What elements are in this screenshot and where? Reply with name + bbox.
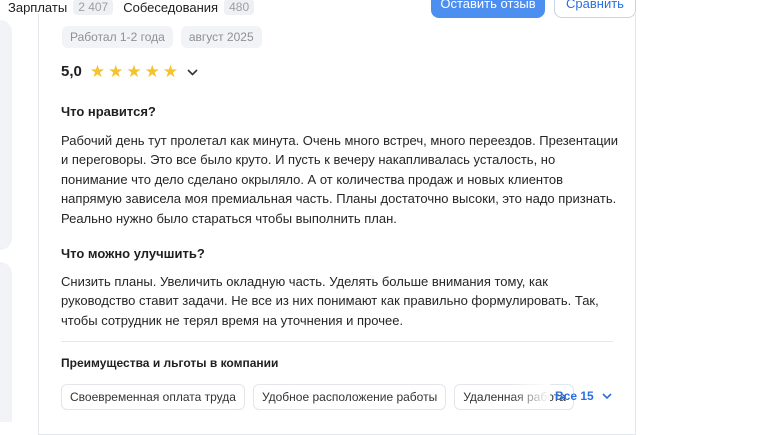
- star-icon: ★: [144, 62, 160, 81]
- chevron-down-icon: [602, 390, 612, 402]
- left-panel-edge: [0, 20, 12, 250]
- star-icon: ★: [162, 62, 179, 81]
- experience-tag: Работал 1-2 года: [62, 26, 173, 48]
- rating-value: 5,0: [61, 63, 82, 80]
- tab-label: Собеседования: [123, 0, 219, 15]
- benefit-chip: Своевременная оплата труда: [61, 384, 245, 410]
- chevron-down-icon[interactable]: [187, 65, 198, 79]
- tab-salaries[interactable]: Зарплаты 2 407: [8, 0, 114, 15]
- review-tags: Работал 1-2 года август 2025: [62, 26, 270, 48]
- star-icon: ★: [89, 62, 106, 81]
- rating-row[interactable]: 5,0 ★ ★ ★ ★ ★: [61, 63, 198, 80]
- benefits-fade: [510, 384, 550, 408]
- tab-count: 480: [224, 0, 255, 15]
- tab-count: 2 407: [73, 0, 114, 15]
- benefits-list: Своевременная оплата труда Удобное распо…: [61, 384, 582, 410]
- show-all-benefits-button[interactable]: Все 15: [555, 389, 612, 403]
- improve-text: Снизить планы. Увеличить окладную часть.…: [61, 274, 599, 328]
- tab-interviews[interactable]: Собеседования 480: [123, 0, 255, 15]
- show-all-label: Все 15: [555, 389, 594, 403]
- date-tag: август 2025: [180, 26, 262, 48]
- divider: [61, 341, 613, 342]
- benefits-heading: Преимущества и льготы в компании: [61, 356, 279, 370]
- improve-heading: Что можно улучшить?: [61, 246, 205, 261]
- left-panel-edge-lower: [0, 262, 12, 422]
- star-icon: ★: [108, 62, 124, 81]
- benefit-chip: Удобное расположение работы: [252, 384, 447, 410]
- star-icon: ★: [126, 62, 142, 81]
- likes-text: Рабочий день тут пролетал как минута. Оч…: [61, 133, 619, 226]
- tab-label: Зарплаты: [8, 0, 68, 15]
- likes-heading: Что нравится?: [61, 104, 156, 119]
